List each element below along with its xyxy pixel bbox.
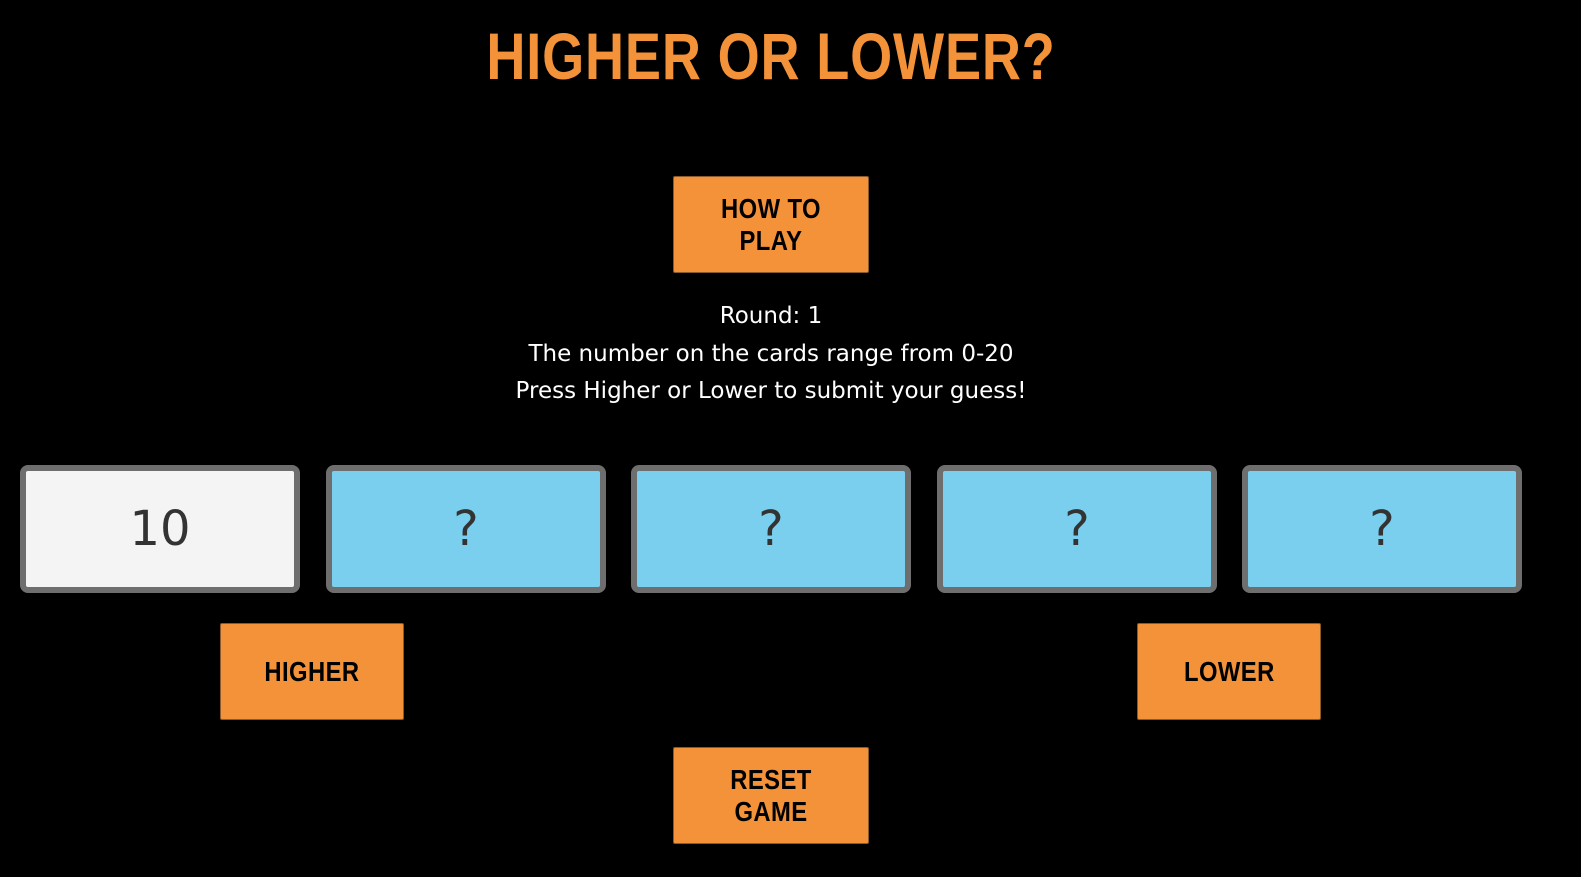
reset-game-label: RESET GAME [730, 763, 812, 827]
higher-label: HIGHER [264, 655, 360, 687]
card-2: ? [326, 465, 606, 593]
lower-button[interactable]: LOWER [1137, 623, 1321, 720]
card-5: ? [1242, 465, 1522, 593]
card-3: ? [631, 465, 911, 593]
instruction-text: Press Higher or Lower to submit your gue… [515, 378, 1027, 404]
reset-game-button[interactable]: RESET GAME [673, 747, 869, 844]
card-4: ? [937, 465, 1217, 593]
range-text: The number on the cards range from 0-20 [528, 340, 1014, 367]
card-1: 10 [20, 465, 300, 593]
higher-button[interactable]: HIGHER [220, 623, 404, 720]
lower-label: LOWER [1183, 655, 1275, 687]
how-to-play-label: HOW TO PLAY [721, 192, 821, 256]
game-title: HIGHER OR LOWER? [486, 19, 1056, 93]
how-to-play-button[interactable]: HOW TO PLAY [673, 176, 869, 273]
game-info: Round: 1 The number on the cards range f… [0, 298, 1542, 411]
round-indicator: Round: 1 [719, 303, 823, 329]
